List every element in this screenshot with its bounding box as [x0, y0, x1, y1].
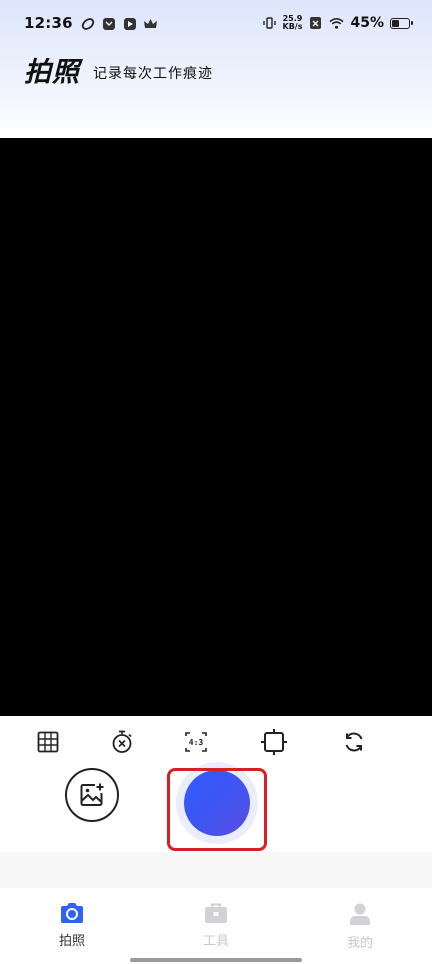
timer-button[interactable]: [102, 722, 142, 762]
battery-icon: [390, 17, 413, 29]
page-subtitle: 记录每次工作痕迹: [93, 66, 213, 82]
timer-icon: [112, 730, 132, 753]
status-time: 12:36: [24, 14, 73, 32]
system-icons: 25.9 KB/s 45%: [262, 15, 413, 31]
focus-frame-button[interactable]: [254, 722, 294, 762]
leaf-app-icon: [80, 16, 95, 31]
switch-camera-icon: [345, 732, 363, 752]
vibrate-icon: [262, 16, 277, 31]
add-image-button[interactable]: [65, 768, 119, 822]
tab-camera-label: 拍照: [58, 934, 85, 949]
camera-tools-row: 4:3: [0, 722, 432, 762]
crown-app-icon: [143, 16, 158, 31]
tab-profile[interactable]: 我的: [325, 902, 395, 954]
divider-strip: [0, 852, 432, 888]
page-title: 拍照: [24, 57, 80, 88]
aspect-ratio-button[interactable]: 4:3: [176, 722, 216, 762]
grid-toggle-button[interactable]: [28, 722, 68, 762]
tab-profile-label: 我的: [346, 936, 373, 951]
tab-tools-label: 工具: [202, 934, 229, 949]
person-icon: [350, 903, 370, 925]
toolbox-icon: [205, 903, 227, 923]
home-indicator[interactable]: [130, 958, 302, 962]
network-speed: 25.9 KB/s: [283, 15, 303, 31]
aspect-ratio-label: 4:3: [188, 737, 204, 747]
bottom-tab-bar: 拍照 工具 我的: [0, 888, 432, 964]
wifi-icon: [329, 16, 345, 31]
tab-tools[interactable]: 工具: [181, 902, 251, 954]
battery-percent: 45%: [350, 15, 384, 31]
switch-camera-button[interactable]: [334, 722, 374, 762]
network-speed-unit: KB/s: [282, 22, 303, 31]
notification-icons: [80, 16, 158, 31]
add-image-icon: [80, 783, 104, 806]
message-app-icon: [101, 16, 116, 31]
status-bar: 12:36 25.9 KB/s 45%: [0, 0, 432, 50]
shutter-button[interactable]: [176, 762, 258, 844]
camera-icon: [61, 903, 83, 923]
tab-camera[interactable]: 拍照: [37, 902, 107, 954]
focus-frame-icon: [261, 729, 287, 755]
shutter-button-core: [184, 770, 250, 836]
grid-icon: [37, 731, 59, 753]
play-app-icon: [122, 16, 137, 31]
camera-preview[interactable]: [0, 138, 432, 716]
no-sim-icon: [308, 16, 323, 31]
